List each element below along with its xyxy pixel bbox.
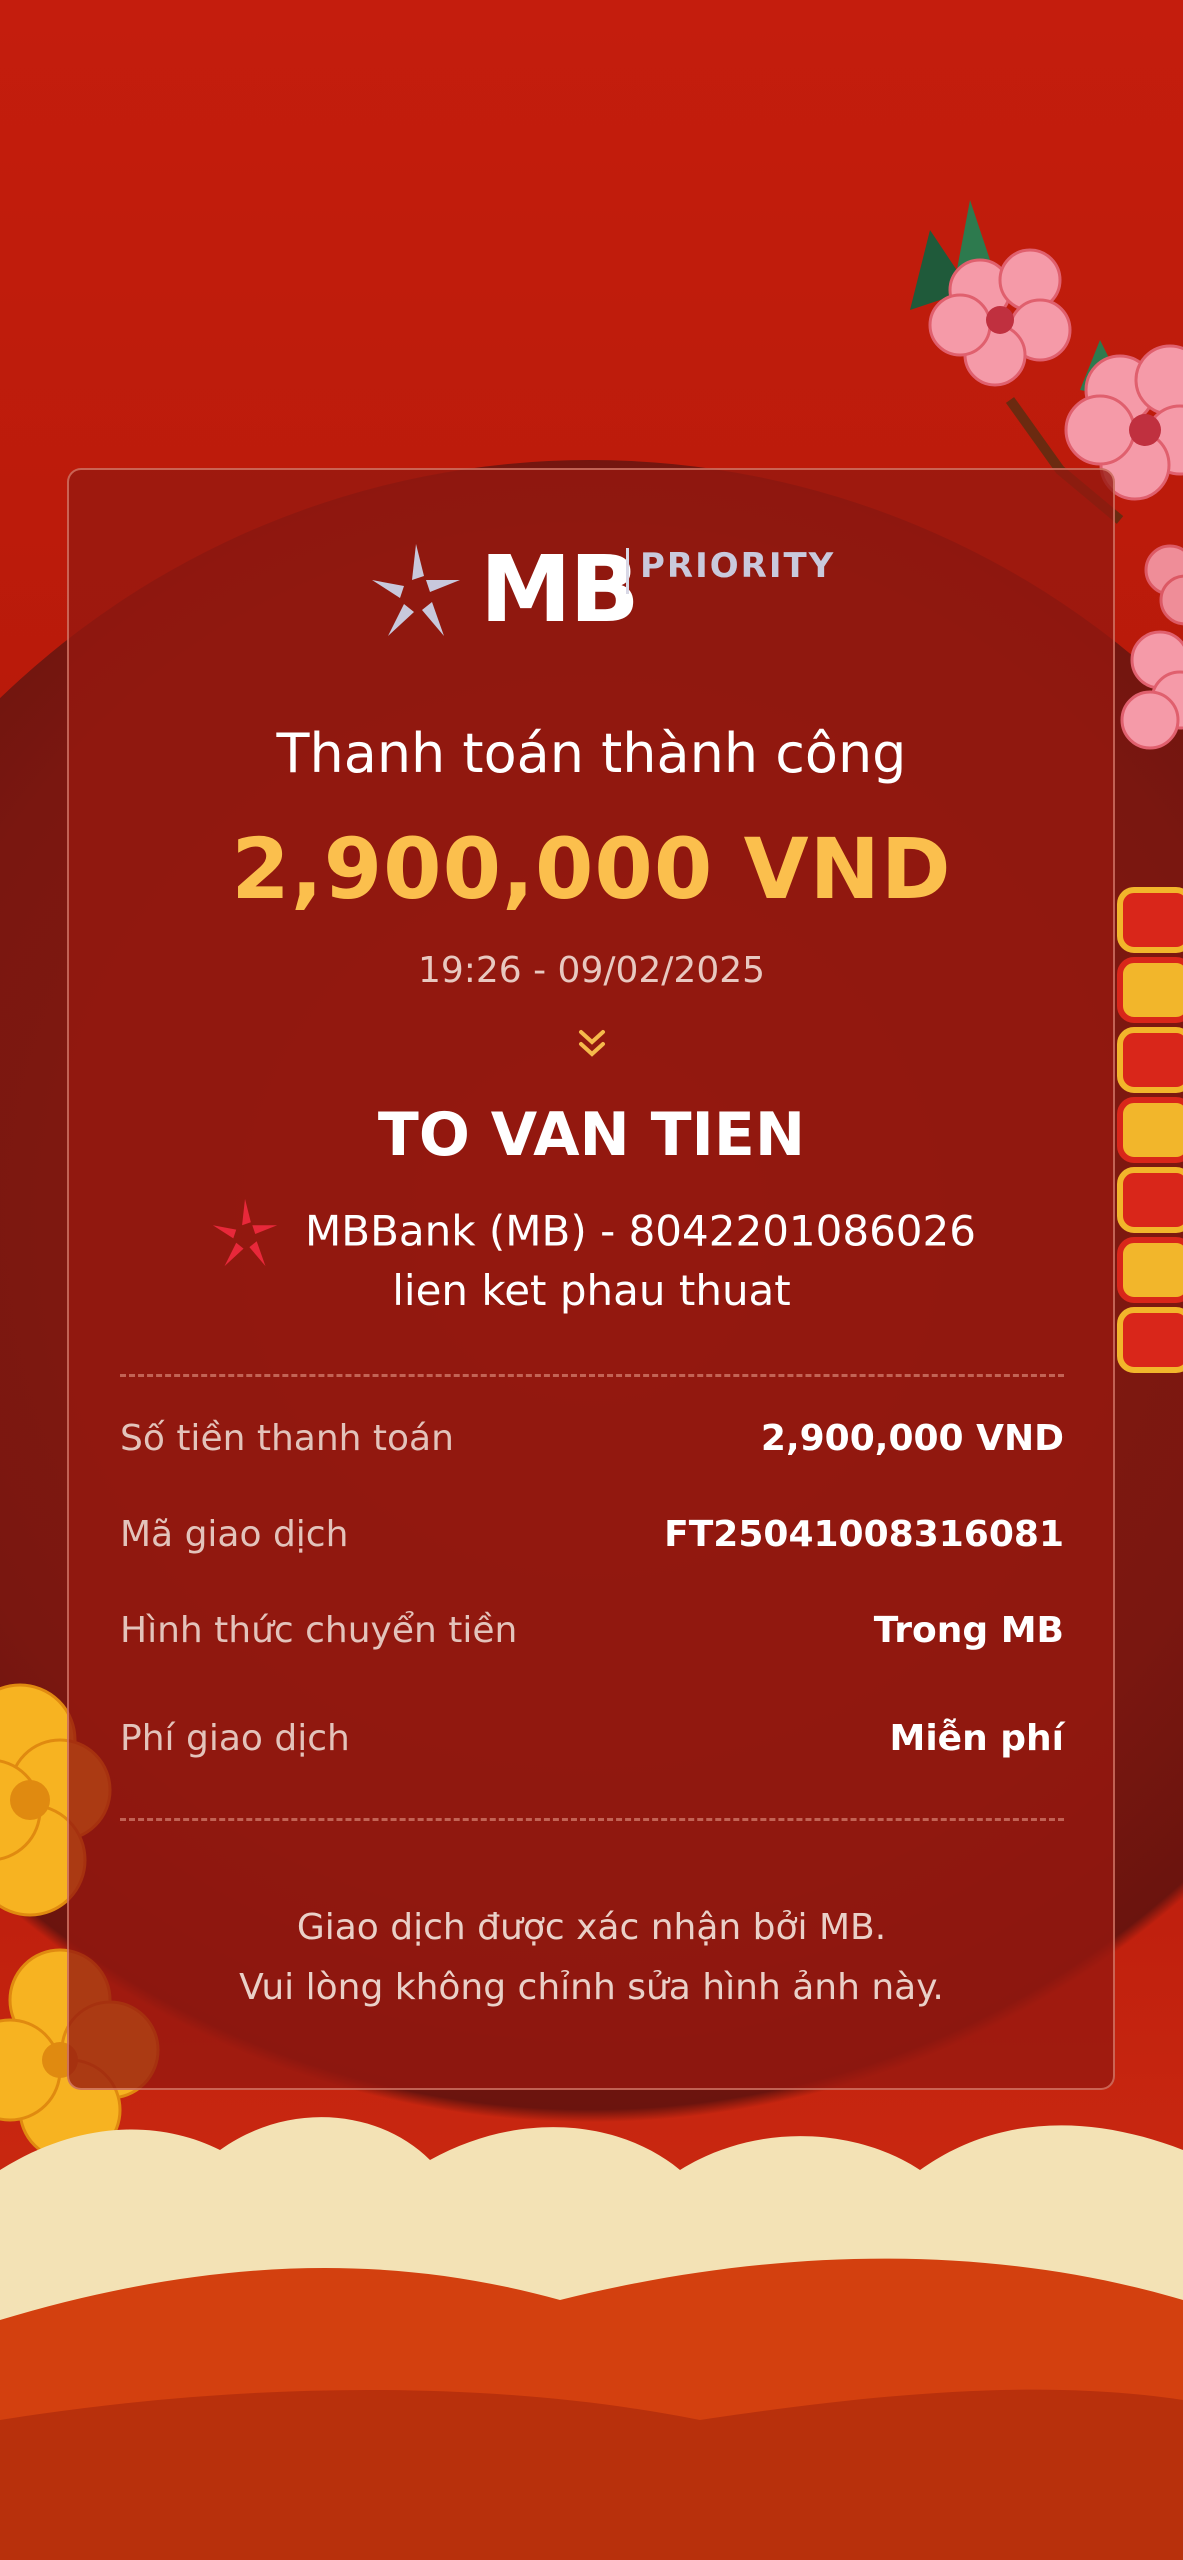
recipient-bank-line: MBBank (MB) - 8042201086026 — [0, 1196, 1183, 1272]
logo-mb-text: MB — [480, 536, 640, 643]
divider-top — [120, 1374, 1064, 1377]
detail-label: Phí giao dịch — [120, 1718, 350, 1759]
detail-label: Hình thức chuyển tiền — [120, 1610, 518, 1651]
detail-value: Miễn phí — [889, 1718, 1064, 1759]
logo-priority-text: PRIORITY — [640, 546, 836, 586]
detail-row-amount: Số tiền thanh toán 2,900,000 VND — [120, 1418, 1064, 1478]
transaction-datetime: 19:26 - 09/02/2025 — [417, 950, 766, 991]
amount: 2,900,000 VND — [231, 820, 952, 918]
transfer-memo: lien ket phau thuat — [392, 1266, 791, 1315]
mbbank-icon — [212, 1198, 278, 1267]
recipient-bank-account: MBBank (MB) - 8042201086026 — [305, 1206, 976, 1256]
status-title: Thanh toán thành công — [276, 722, 907, 785]
recipient-name: TO VAN TIEN — [377, 1100, 806, 1170]
detail-value: Trong MB — [873, 1610, 1064, 1651]
footer-line-1: Giao dịch được xác nhận bởi MB. — [296, 1907, 887, 1948]
detail-label: Mã giao dịch — [120, 1514, 349, 1555]
detail-row-transfer-method: Hình thức chuyển tiền Trong MB — [120, 1610, 1064, 1670]
detail-value: FT25041008316081 — [664, 1514, 1064, 1555]
mb-priority-logo: MB PRIORITY — [364, 536, 833, 660]
detail-row-transaction-id: Mã giao dịch FT25041008316081 — [120, 1514, 1064, 1574]
detail-row-fee: Phí giao dịch Miễn phí — [120, 1718, 1064, 1778]
divider-bottom — [120, 1818, 1064, 1821]
confirmation-footer: Giao dịch được xác nhận bởi MB. Vui lòng… — [0, 1898, 1183, 2018]
mb-star-icon — [372, 544, 460, 636]
double-chevron-down-icon — [0, 1026, 1183, 1064]
logo-divider — [626, 548, 629, 594]
footer-line-2: Vui lòng không chỉnh sửa hình ảnh này. — [239, 1967, 944, 2008]
detail-value: 2,900,000 VND — [760, 1418, 1064, 1459]
detail-label: Số tiền thanh toán — [120, 1418, 454, 1459]
